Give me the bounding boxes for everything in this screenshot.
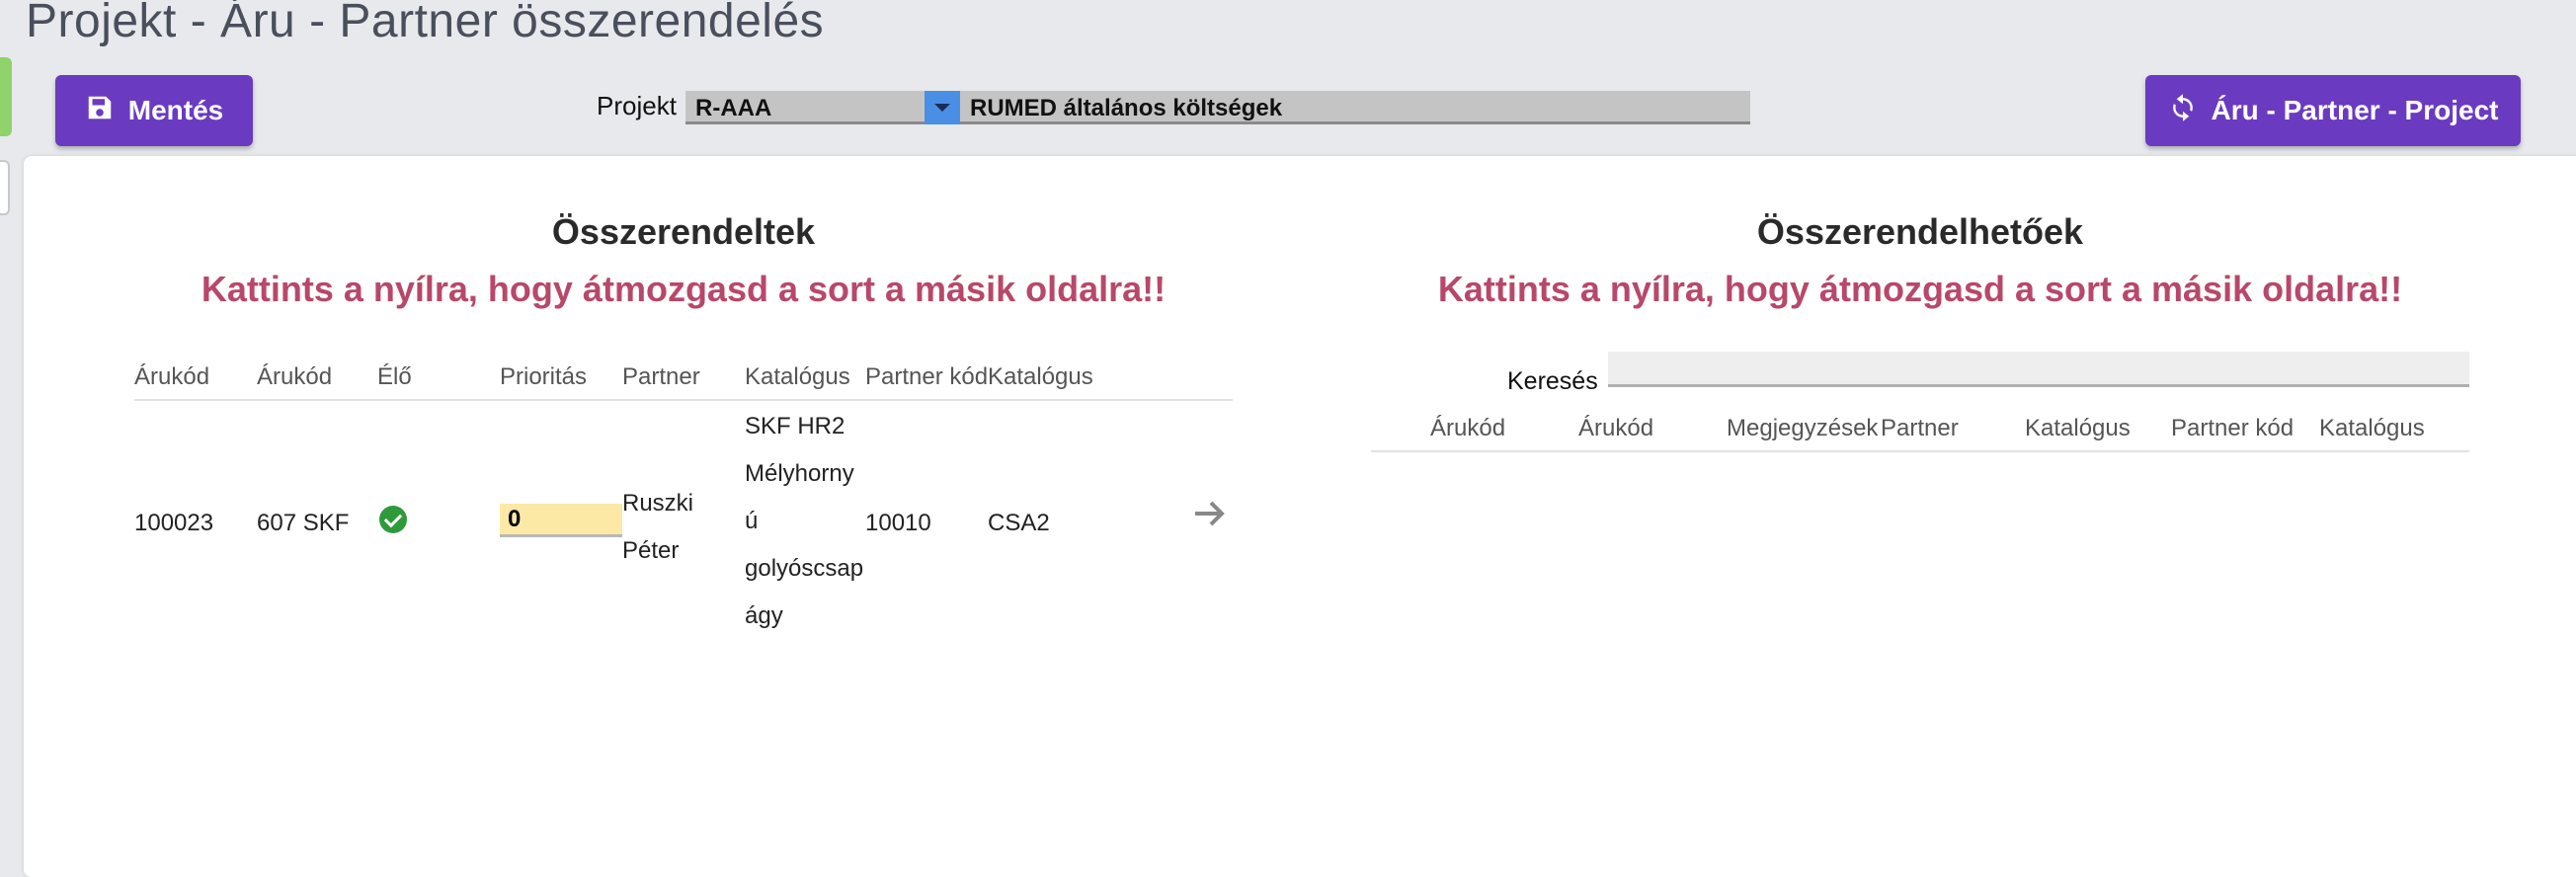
cell-partner: Ruszki Péter [622, 480, 693, 575]
chevron-down-icon[interactable] [925, 91, 960, 124]
cell-item-code-2: 607 SKF [257, 510, 350, 536]
catalog-line: ágy [745, 602, 783, 629]
project-label: Projekt [597, 91, 677, 120]
cell-catalog-2: CSA2 [988, 510, 1050, 536]
search-label: Keresés [1507, 367, 1598, 395]
sync-button-label: Áru - Partner - Project [2211, 95, 2499, 125]
catalog-line: ú [745, 508, 759, 534]
table-header-divider [1371, 450, 2469, 452]
project-name-field: RUMED általános költségek [960, 91, 1750, 124]
available-panel-title: Összerendelhetőek [1756, 211, 2084, 252]
assigned-panel-hint: Kattints a nyílra, hogy átmozgasd a sort… [201, 269, 1167, 309]
save-button-label: Mentés [127, 95, 224, 125]
col-header-catalog[interactable]: Katalógus [745, 363, 850, 391]
arrow-right-icon[interactable] [1189, 494, 1229, 533]
partner-line: Ruszki [622, 490, 694, 517]
priority-input[interactable] [500, 504, 622, 537]
col-header-item-code[interactable]: Árukód [1430, 415, 1505, 442]
col-header-item-code-2[interactable]: Árukód [257, 363, 332, 391]
cell-item-code: 100023 [134, 510, 214, 536]
assigned-panel-title: Összerendeltek [551, 211, 816, 252]
table-header-divider [134, 399, 1233, 401]
col-header-partner[interactable]: Partner [622, 363, 700, 391]
sync-item-partner-project-button[interactable]: Áru - Partner - Project [2145, 75, 2521, 146]
catalog-line: SKF HR2 [745, 413, 845, 439]
col-header-catalog-2[interactable]: Katalógus [2319, 415, 2425, 442]
check-circle-icon [379, 506, 407, 533]
available-panel-hint: Kattints a nyílra, hogy átmozgasd a sort… [1437, 269, 2403, 309]
side-tab-handle[interactable] [0, 160, 10, 215]
search-input[interactable] [1608, 352, 2469, 387]
cell-partner-code: 10010 [865, 510, 931, 536]
col-header-notes[interactable]: Megjegyzések [1727, 415, 1878, 442]
catalog-line: Mélyhorny [745, 460, 854, 487]
side-accent-bar [0, 57, 12, 136]
project-code-select[interactable]: R-AAA [685, 91, 925, 124]
cell-catalog: SKF HR2 Mélyhorny ú golyóscsap ágy [745, 403, 873, 640]
col-header-live[interactable]: Élő [377, 363, 412, 391]
partner-line: Péter [622, 537, 680, 564]
catalog-line: golyóscsap [745, 555, 864, 582]
col-header-partner-code[interactable]: Partner kód [865, 363, 988, 391]
col-header-item-code[interactable]: Árukód [134, 363, 209, 391]
col-header-catalog-2[interactable]: Katalógus [988, 363, 1093, 391]
col-header-partner[interactable]: Partner [1881, 415, 1959, 442]
refresh-icon [2168, 93, 2198, 129]
page-title: Projekt - Áru - Partner összerendelés [26, 0, 825, 47]
col-header-priority[interactable]: Prioritás [500, 363, 587, 391]
save-button[interactable]: Mentés [55, 75, 253, 146]
col-header-catalog[interactable]: Katalógus [2025, 415, 2131, 442]
col-header-partner-code[interactable]: Partner kód [2171, 415, 2294, 442]
col-header-item-code-2[interactable]: Árukód [1578, 415, 1653, 442]
floppy-disk-icon [85, 93, 115, 129]
